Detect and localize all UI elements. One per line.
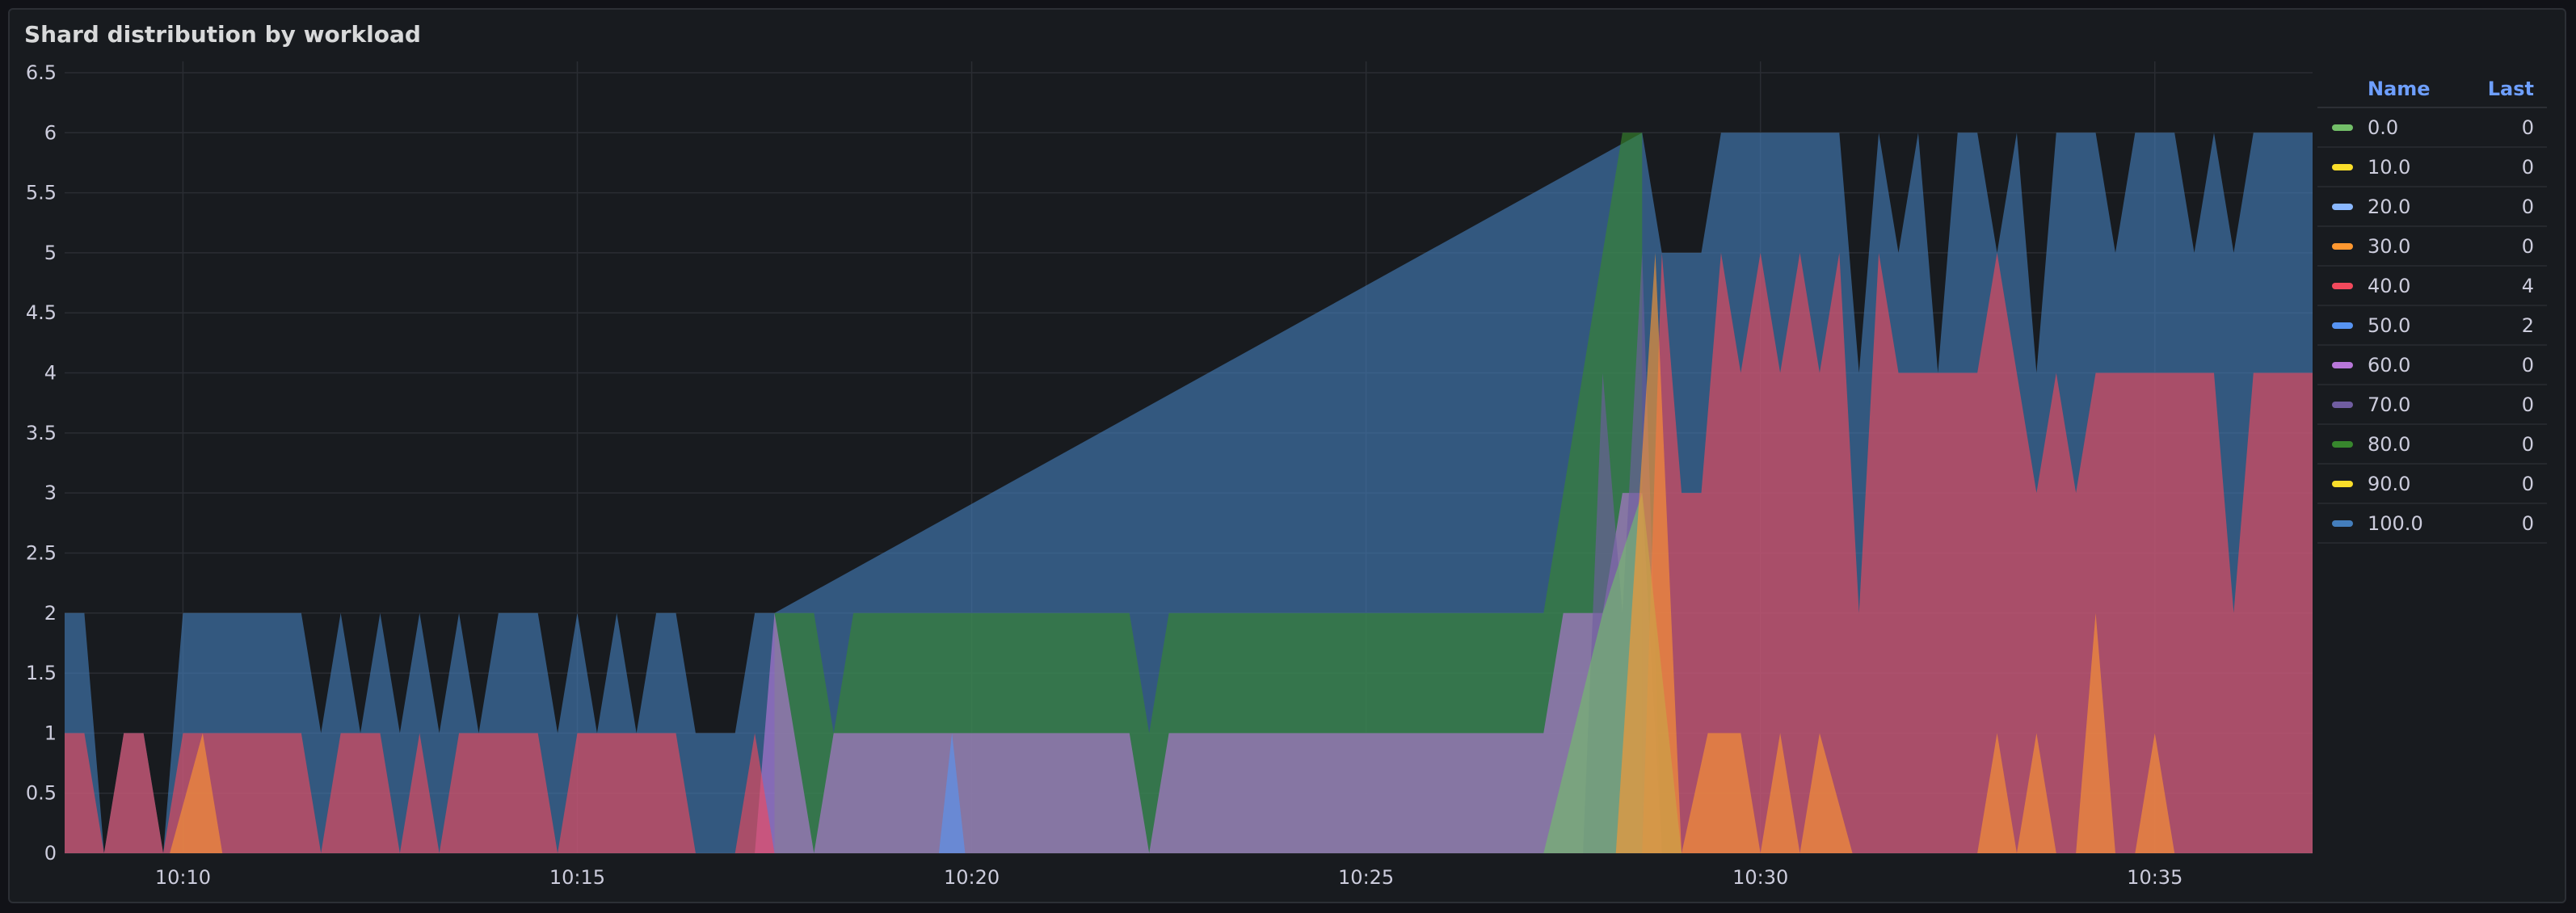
y-tick-label: 5.5 <box>26 182 57 204</box>
y-tick-label: 6.5 <box>26 61 57 84</box>
legend-swatch <box>2332 242 2353 250</box>
legend-item[interactable]: 60.0 0 <box>2317 346 2547 385</box>
legend-swatch <box>2332 282 2353 289</box>
legend-swatch <box>2332 124 2353 131</box>
legend-item-last: 0 <box>2521 393 2534 416</box>
x-tick-label: 10:35 <box>2127 866 2182 889</box>
legend-item-name: 40.0 <box>2368 274 2411 297</box>
legend-swatch <box>2332 361 2353 368</box>
legend-item-last: 2 <box>2521 313 2534 337</box>
legend-item[interactable]: 0.0 0 <box>2317 108 2547 148</box>
legend-item-name: 10.0 <box>2368 155 2411 179</box>
y-tick-label: 4 <box>44 362 57 385</box>
y-tick-label: 1.5 <box>26 662 57 684</box>
x-tick-label: 10:20 <box>944 866 1000 889</box>
legend-item-last: 0 <box>2521 116 2534 139</box>
legend-item[interactable]: 100.0 0 <box>2317 504 2547 544</box>
legend-item-last: 0 <box>2521 511 2534 535</box>
legend-name-header[interactable]: Name <box>2368 78 2488 100</box>
y-tick-label: 3.5 <box>26 422 57 444</box>
y-tick-label: 0 <box>44 842 57 865</box>
legend-item-last: 0 <box>2521 234 2534 258</box>
legend-swatch <box>2332 440 2353 448</box>
legend: Name Last 0.0 0 10.0 0 20.0 0 30.0 0 40.0 4 50.0 2 6… <box>2317 71 2547 544</box>
legend-item-last: 0 <box>2521 155 2534 179</box>
legend-item-name: 70.0 <box>2368 393 2411 416</box>
legend-swatch <box>2332 203 2353 210</box>
legend-item[interactable]: 20.0 0 <box>2317 187 2547 227</box>
legend-item[interactable]: 80.0 0 <box>2317 425 2547 465</box>
legend-swatch <box>2332 401 2353 408</box>
legend-item[interactable]: 70.0 0 <box>2317 385 2547 425</box>
y-axis: 0 0.5 1 1.5 2 2.5 3 3.5 4 4.5 5 5.5 6 6.5 <box>26 61 57 865</box>
legend-last-header[interactable]: Last <box>2488 78 2534 100</box>
legend-item[interactable]: 10.0 0 <box>2317 148 2547 187</box>
legend-item-last: 0 <box>2521 195 2534 218</box>
legend-swatch <box>2332 322 2353 329</box>
y-tick-label: 2.5 <box>26 541 57 564</box>
legend-item-name: 0.0 <box>2368 116 2399 139</box>
area-chart: 00.511.522.533.544.555.566.5 10:10 10:15 1… <box>26 61 2313 889</box>
legend-item-last: 0 <box>2521 353 2534 377</box>
legend-item-name: 30.0 <box>2368 234 2411 258</box>
legend-item-name: 60.0 <box>2368 353 2411 377</box>
legend-item-last: 0 <box>2521 472 2534 495</box>
legend-rows: 0.0 0 10.0 0 20.0 0 30.0 0 40.0 4 50.0 2 60.0 0 70.0 0 8… <box>2317 108 2547 544</box>
legend-item[interactable]: 40.0 4 <box>2317 267 2547 306</box>
x-tick-label: 10:15 <box>549 866 605 889</box>
y-tick-label: 1 <box>44 722 57 744</box>
x-axis: 10:10 10:15 10:20 10:25 10:30 10:35 <box>155 866 2183 889</box>
legend-item-name: 20.0 <box>2368 195 2411 218</box>
x-tick-label: 10:10 <box>155 866 211 889</box>
y-tick-label: 0.5 <box>26 782 57 805</box>
legend-item-name: 90.0 <box>2368 472 2411 495</box>
legend-item[interactable]: 30.0 0 <box>2317 227 2547 267</box>
legend-swatch <box>2332 163 2353 170</box>
legend-item-last: 4 <box>2521 274 2534 297</box>
y-tick-label: 3 <box>44 482 57 504</box>
y-tick-label: 5 <box>44 242 57 264</box>
x-tick-label: 10:25 <box>1338 866 1394 889</box>
legend-item-last: 0 <box>2521 432 2534 456</box>
y-tick-label: 6 <box>44 121 57 144</box>
y-tick-label: 4.5 <box>26 301 57 324</box>
legend-item-name: 100.0 <box>2368 511 2423 535</box>
legend-header: Name Last <box>2317 71 2547 108</box>
legend-swatch <box>2332 520 2353 527</box>
legend-item-name: 50.0 <box>2368 313 2411 337</box>
x-tick-label: 10:30 <box>1732 866 1788 889</box>
y-tick-label: 2 <box>44 602 57 625</box>
legend-swatch <box>2332 480 2353 487</box>
legend-item-name: 80.0 <box>2368 432 2411 456</box>
legend-item[interactable]: 50.0 2 <box>2317 306 2547 346</box>
legend-item[interactable]: 90.0 0 <box>2317 465 2547 504</box>
